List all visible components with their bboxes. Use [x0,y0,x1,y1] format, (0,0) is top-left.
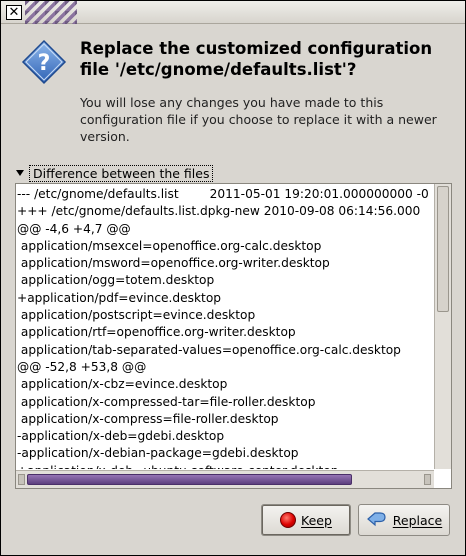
horizontal-scrollbar[interactable] [16,470,434,488]
diff-line: application/rtf=openoffice.org-writer.de… [17,325,296,340]
keep-button-label: Keep [301,512,332,528]
diff-line: application/x-compressed-tar=file-roller… [17,394,316,409]
expander-arrow-icon [16,170,24,176]
close-icon[interactable]: ✕ [6,5,22,20]
diff-view[interactable]: --- /etc/gnome/defaults.list 2011-05-01 … [15,183,452,489]
undo-arrow-icon [366,512,386,527]
stop-icon [280,512,297,528]
replace-button[interactable]: Replace [358,504,450,536]
diff-line: +application/pdf=evince.desktop [17,290,222,305]
vertical-scrollbar[interactable] [434,184,451,469]
diff-expander[interactable]: Difference between the files [16,164,214,182]
horizontal-scrollbar-thumb[interactable] [27,474,352,485]
diff-line: -application/x-debian-package=gdebi.desk… [17,446,299,461]
diff-line: --- /etc/gnome/defaults.list 2011-05-01 … [17,187,429,201]
vertical-scrollbar-thumb[interactable] [437,186,449,312]
diff-line: +application/x-deb=ubuntu-software-cente… [17,463,434,469]
diff-line: application/ogg=totem.desktop [17,273,215,288]
diff-line: application/x-cbz=evince.desktop [17,377,228,392]
diff-line: -application/x-deb=gdebi.desktop [17,429,225,444]
diff-line: @@ -4,6 +4,7 @@ [17,221,131,236]
dialog-window: ✕ ? Replace the customized configuration… [0,0,466,556]
diff-text[interactable]: --- /etc/gnome/defaults.list 2011-05-01 … [16,184,434,469]
dialog-message: You will lose any changes you have made … [80,95,437,144]
dialog-heading: Replace the customized configuration fil… [80,39,433,79]
diff-line: application/msexcel=openoffice.org-calc.… [17,238,322,253]
diff-line: @@ -52,8 +53,8 @@ [17,359,147,374]
diff-line: application/tab-separated-values=openoff… [17,342,401,357]
question-icon: ? [21,39,67,85]
diff-line: application/msword=openoffice.org-writer… [17,256,330,271]
diff-line: application/x-compress=file-roller.deskt… [17,411,279,426]
scroll-right-cap [424,474,431,485]
expander-label: Difference between the files [29,164,214,182]
titlebar: ✕ [1,1,465,24]
keep-button[interactable]: Keep [261,504,351,536]
diff-line: application/postscript=evince.desktop [17,308,256,323]
replace-button-label: Replace [392,512,443,528]
scroll-left-cap [18,474,25,485]
diff-line: +++ /etc/gnome/defaults.list.dpkg-new 20… [17,204,421,219]
svg-text:?: ? [38,51,51,76]
titlebar-decoration [25,1,77,24]
